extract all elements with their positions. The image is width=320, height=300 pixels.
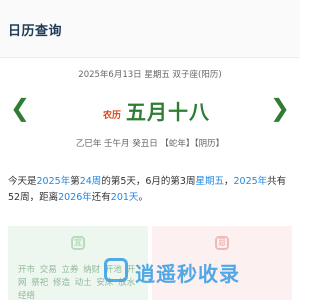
day-info: 今天是2025年第24周的第5天，6月的第3周星期五，2025年共有52周，距离… <box>8 174 292 206</box>
yi-item: 修造 <box>52 278 70 288</box>
solar-date-line: 2025年6月13日 星期五 双子座(阳历) <box>78 70 222 80</box>
info-days-left: 201天 <box>110 192 139 203</box>
info-week: 24周 <box>79 176 102 187</box>
yi-item: 祭祀 <box>31 278 49 288</box>
info-weekday: 星期五 <box>195 176 224 187</box>
lunar-date-row: ❮ 农历 五月十八 ❯ <box>0 90 300 130</box>
info-next-year: 2026年 <box>58 192 92 203</box>
next-day-icon[interactable]: ❯ <box>270 96 290 120</box>
info-year: 2025年 <box>36 176 71 187</box>
info-text: 今天是 <box>8 176 37 187</box>
info-year: 2025年 <box>233 176 268 187</box>
yi-item: 经络 <box>18 291 36 300</box>
lunar-tag: 农历 <box>103 111 122 121</box>
yi-item: 网 <box>18 278 27 288</box>
watermark-logo-icon <box>104 258 128 282</box>
watermark-text: 逍遥秒收录 <box>135 262 240 286</box>
header: 日历查询 <box>0 0 300 58</box>
app-title[interactable]: 日历查询 <box>8 20 62 39</box>
yi-item: 动土 <box>74 278 92 288</box>
yi-item: 立券 <box>61 265 79 275</box>
yi-icon: 宜 <box>71 236 85 250</box>
ganzhi-line: 乙巳年 壬午月 癸丑日 【蛇年】【阴历】 <box>75 139 225 149</box>
info-text: 第 <box>70 176 80 187</box>
yi-item: 开市 <box>18 265 36 275</box>
ji-icon: 忌 <box>215 236 229 250</box>
info-text: 的第5天，6月的第3周 <box>101 176 196 187</box>
yi-item: 交易 <box>39 265 57 275</box>
yi-item: 纳财 <box>83 265 101 275</box>
info-text: 。 <box>138 192 148 203</box>
prev-day-icon[interactable]: ❮ <box>10 96 30 120</box>
info-text: 还有 <box>91 192 111 203</box>
lunar-date: 五月十八 <box>126 100 210 124</box>
